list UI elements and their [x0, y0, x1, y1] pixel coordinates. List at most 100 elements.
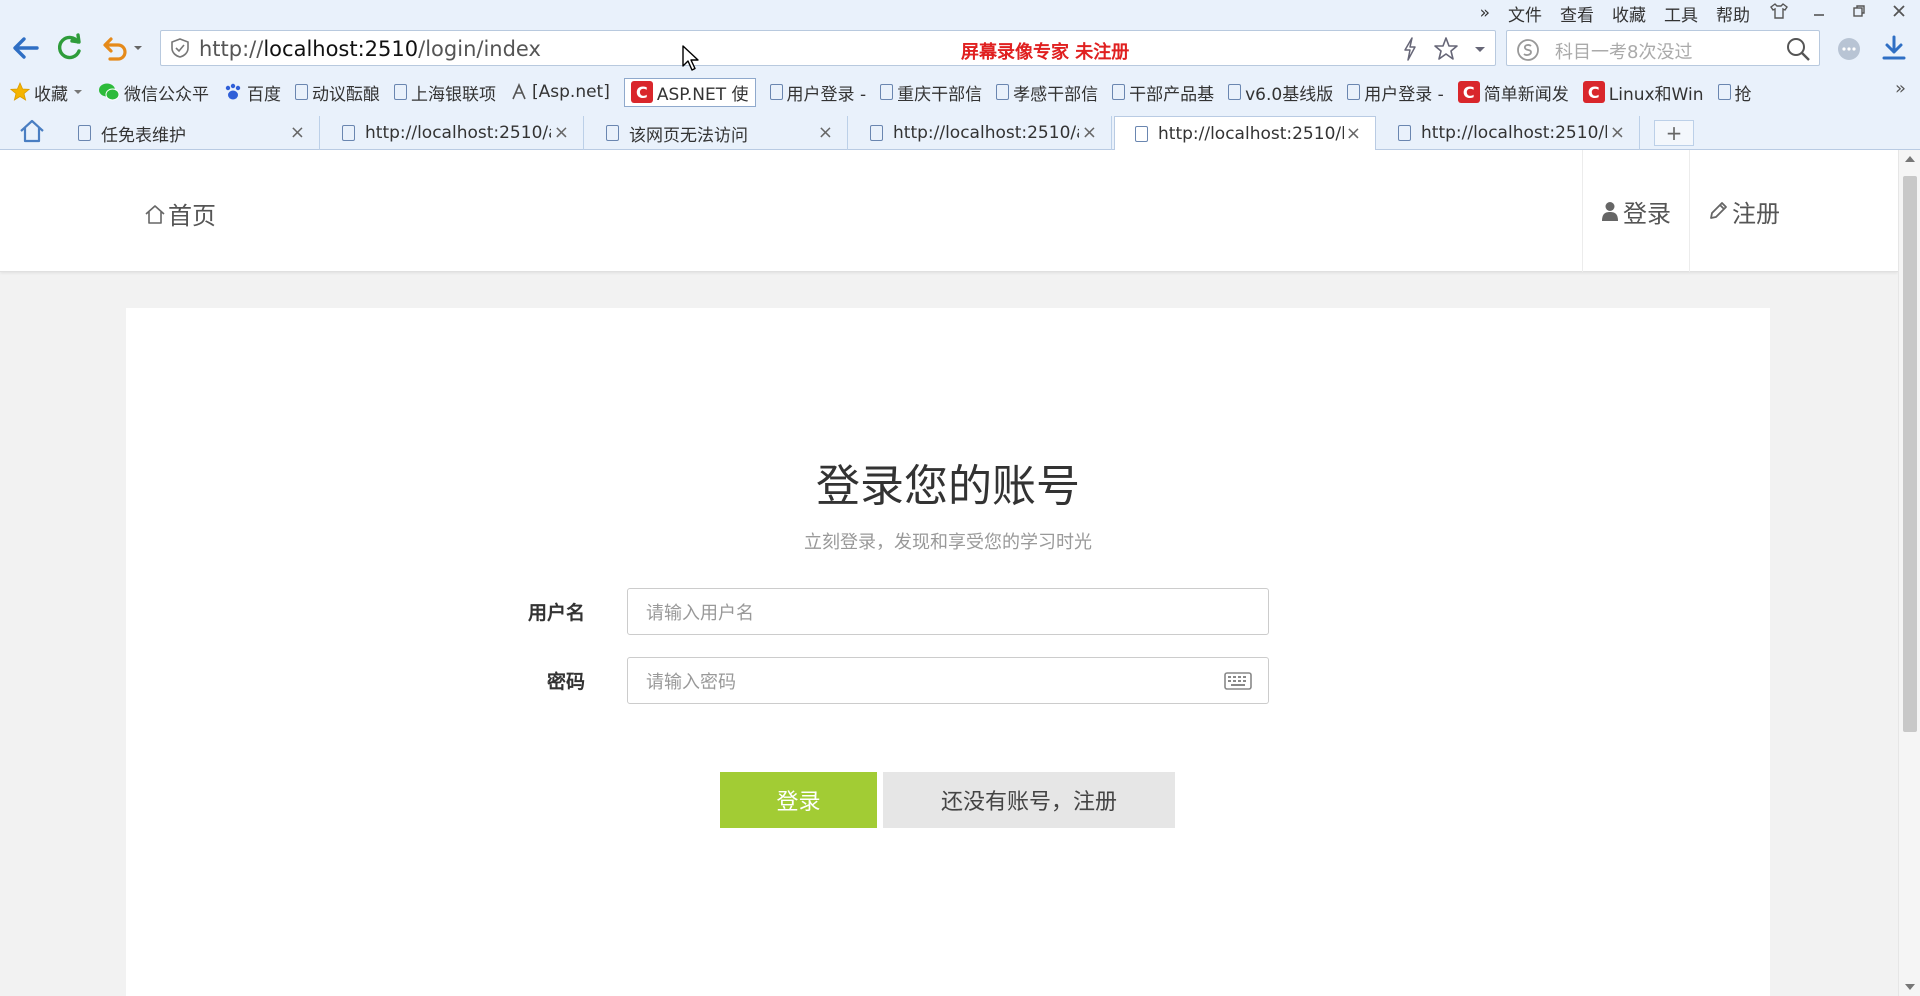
star-bookmark-icon[interactable]: [1433, 36, 1459, 62]
tab-label: http://localhost:2510/a: [893, 123, 1079, 143]
scroll-up-arrow-icon[interactable]: [1904, 154, 1916, 164]
menu-more-icon[interactable]: »: [1480, 3, 1490, 23]
bookmark-item[interactable]: 孝感干部信: [996, 80, 1098, 105]
red-c-icon: C: [1457, 81, 1480, 103]
tab-localhost-a[interactable]: http://localhost:2510/a ×: [322, 116, 584, 150]
tab-close-icon[interactable]: ×: [1346, 123, 1361, 144]
bookmarks-more-icon[interactable]: »: [1895, 78, 1906, 99]
browser-chrome: » 文件 查看 收藏 工具 帮助 http://localhost:2510/l…: [0, 0, 1920, 151]
tab-strip: 任免表维护 × http://localhost:2510/a × 该网页无法访问 ×…: [0, 114, 1920, 151]
page-icon: [342, 125, 355, 141]
recorder-watermark: 屏幕录像专家 未注册: [961, 42, 1130, 63]
login-button[interactable]: 登录: [720, 772, 877, 828]
close-window-icon[interactable]: [1888, 3, 1910, 23]
bookmark-label: 抢: [1734, 84, 1752, 105]
address-url[interactable]: http://localhost:2510/login/index: [199, 37, 541, 61]
bookmark-item[interactable]: C 简单新闻发: [1457, 80, 1569, 105]
address-bar[interactable]: http://localhost:2510/login/index 屏幕录像专家…: [160, 30, 1496, 66]
bookmark-favorites[interactable]: 收藏: [10, 80, 84, 105]
bookmark-label: [Asp.net]: [532, 82, 610, 102]
bookmark-baidu[interactable]: 百度: [223, 80, 281, 105]
tab-localhost-a2[interactable]: http://localhost:2510/a ×: [850, 116, 1112, 150]
page-scrollbar[interactable]: [1898, 150, 1920, 996]
shield-icon: [171, 38, 189, 58]
login-card: 登录您的账号 立刻登录，发现和享受您的学习时光 用户名 请输入用户名 密码 请输…: [126, 308, 1770, 996]
tab-close-icon[interactable]: ×: [554, 122, 569, 143]
home-nav-link[interactable]: 首页: [144, 196, 216, 231]
header-actions: 登录 注册: [1582, 150, 1798, 272]
download-icon[interactable]: [1880, 34, 1908, 62]
menu-view[interactable]: 查看: [1560, 1, 1594, 26]
bookmark-item[interactable]: 动议酝酿: [295, 80, 380, 105]
username-input[interactable]: 请输入用户名: [627, 588, 1269, 635]
search-input[interactable]: 科目一考8次没过: [1555, 38, 1692, 64]
dropdown-arrow-icon[interactable]: [1473, 36, 1487, 62]
login-title: 登录您的账号: [816, 461, 1080, 512]
header-register-label: 注册: [1732, 199, 1780, 228]
bookmark-item[interactable]: 重庆干部信: [880, 80, 982, 105]
page-icon: [1398, 125, 1411, 141]
header-login-link[interactable]: 登录: [1582, 150, 1689, 272]
undo-icon: [103, 37, 142, 61]
pencil-icon: [1710, 202, 1727, 219]
tab-close-icon[interactable]: ×: [1610, 122, 1625, 143]
minimize-icon[interactable]: [1808, 3, 1830, 23]
skin-icon[interactable]: [1768, 2, 1790, 24]
tab-label: http://localhost:2510/lc: [1158, 124, 1344, 144]
menu-tools[interactable]: 工具: [1664, 1, 1698, 26]
bookmark-item[interactable]: 用户登录 -: [1347, 80, 1444, 105]
star-icon: [10, 82, 30, 101]
page-icon: [1135, 126, 1148, 142]
bookmark-label: 重庆干部信: [897, 84, 983, 105]
tab-close-icon[interactable]: ×: [818, 122, 833, 143]
register-button[interactable]: 还没有账号，注册: [883, 772, 1175, 828]
scroll-down-arrow-icon[interactable]: [1904, 982, 1916, 992]
bookmark-item[interactable]: v6.0基线版: [1228, 80, 1333, 105]
mouse-cursor-icon: [682, 45, 699, 71]
refresh-button[interactable]: [52, 32, 86, 64]
back-arrow-icon: [13, 37, 39, 59]
bookmark-item[interactable]: 抢: [1717, 80, 1752, 105]
tab-label: 该网页无法访问: [629, 125, 748, 146]
tab-localhost-h[interactable]: http://localhost:2510/h ×: [1378, 116, 1640, 150]
header-register-link[interactable]: 注册: [1689, 150, 1798, 272]
home-button[interactable]: [18, 118, 46, 148]
bookmark-item[interactable]: 干部产品基: [1112, 80, 1214, 105]
password-input[interactable]: 请输入密码: [627, 657, 1269, 704]
menu-file[interactable]: 文件: [1508, 1, 1542, 26]
scroll-thumb[interactable]: [1903, 176, 1917, 732]
bookmark-item[interactable]: C ASP.NET 使: [623, 77, 756, 107]
search-icon[interactable]: [1785, 36, 1811, 62]
page-viewport: 首页 登录 注册 登录您的账号 立刻登录，发现和享受您的学习时光 用户名 请输入…: [0, 150, 1898, 996]
tab-renmian[interactable]: 任免表维护 ×: [58, 116, 320, 150]
bookmark-item[interactable]: 用户登录 -: [769, 80, 866, 105]
undo-close-button[interactable]: [96, 32, 148, 64]
menu-favorites[interactable]: 收藏: [1612, 1, 1646, 26]
tab-close-icon[interactable]: ×: [290, 122, 305, 143]
red-c-icon: C: [1582, 81, 1605, 103]
bookmark-label: ASP.NET 使: [656, 84, 749, 105]
new-tab-button[interactable]: +: [1654, 120, 1694, 146]
menu-help[interactable]: 帮助: [1716, 1, 1750, 26]
back-button[interactable]: [8, 32, 42, 64]
bookmark-label: 收藏: [34, 84, 68, 105]
bookmark-item[interactable]: 上海银联项: [394, 80, 496, 105]
tab-close-icon[interactable]: ×: [1082, 122, 1097, 143]
bookmark-item[interactable]: [Asp.net]: [510, 82, 610, 102]
search-box[interactable]: 科目一考8次没过: [1506, 30, 1820, 66]
bookmark-wechat[interactable]: 微信公众平: [98, 80, 209, 105]
page-icon: [880, 84, 894, 100]
tab-login-active[interactable]: http://localhost:2510/lc ×: [1114, 116, 1376, 151]
bookmark-item[interactable]: C Linux和Win: [1582, 80, 1704, 105]
page-icon: [78, 125, 91, 141]
keyboard-icon[interactable]: [1224, 671, 1252, 691]
user-account-icon[interactable]: [1836, 36, 1862, 62]
lightning-icon[interactable]: [1401, 36, 1419, 62]
bookmarks-bar: 收藏 微信公众平 百度 动议酝酿 上海银联项 [Asp.net] C ASP.NE…: [0, 76, 1920, 108]
restore-icon[interactable]: [1848, 3, 1870, 23]
tab-unreachable[interactable]: 该网页无法访问 ×: [586, 116, 848, 150]
wechat-icon: [99, 83, 120, 101]
home-nav-label: 首页: [168, 202, 216, 230]
page-icon: [295, 84, 308, 100]
url-host: localhost:2510: [263, 37, 419, 61]
